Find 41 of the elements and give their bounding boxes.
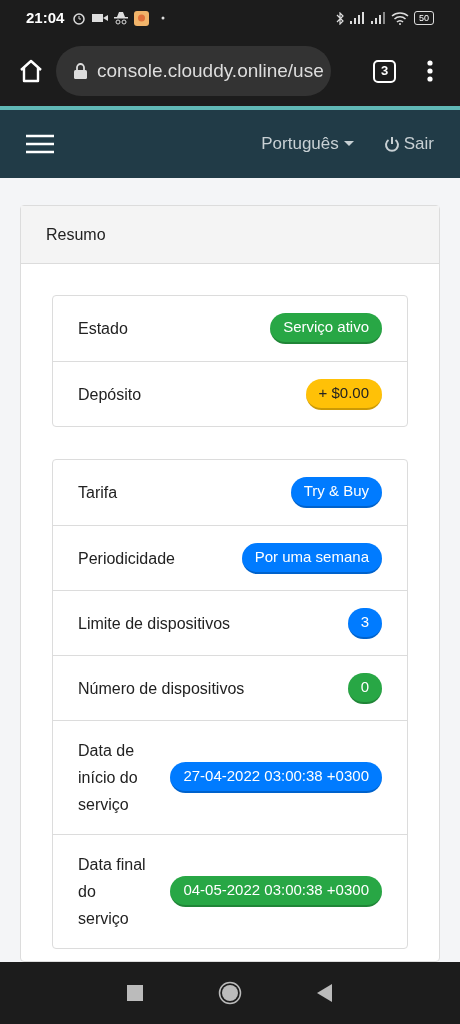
- row-label: Número de dispositivos: [78, 678, 245, 699]
- app-icon: [134, 10, 150, 26]
- more-icon[interactable]: [426, 59, 434, 83]
- status-badge: + $0.00: [305, 378, 382, 410]
- row-label: Estado: [78, 319, 128, 339]
- status-badge: 27-04-2022 03:00:38 +0300: [170, 762, 382, 793]
- row-label: Depósito: [78, 384, 142, 405]
- bluetooth-icon: [336, 11, 344, 25]
- signal-icon: [349, 12, 365, 24]
- url-text: console.clouddy.online/use: [97, 58, 324, 83]
- lock-icon: [74, 63, 87, 79]
- incognito-icon: [114, 11, 129, 25]
- camera-icon: [92, 12, 109, 24]
- menu-icon[interactable]: [26, 134, 54, 154]
- home-icon[interactable]: [18, 58, 44, 84]
- row-label: Periodicidade: [78, 548, 175, 569]
- status-badge: 0: [347, 672, 382, 704]
- status-badge: Serviço ativo: [270, 313, 382, 344]
- home-button-icon[interactable]: [218, 981, 242, 1005]
- language-dropdown[interactable]: Português: [261, 131, 354, 157]
- row-label: Limite de dispositivos: [78, 613, 231, 634]
- status-badge: 3: [347, 607, 382, 639]
- battery-icon: 50: [414, 11, 434, 25]
- wifi-icon: [391, 11, 409, 25]
- alarm-icon: [72, 11, 87, 25]
- card-title: Resumo: [46, 224, 106, 245]
- address-bar[interactable]: console.clouddy.online/use: [56, 46, 331, 96]
- logout-button[interactable]: Sair: [383, 131, 434, 157]
- back-icon[interactable]: [317, 984, 333, 1002]
- status-badge: Por uma semana: [241, 542, 382, 574]
- status-badge: Try & Buy: [290, 477, 382, 508]
- row-label: Tarifa: [78, 483, 118, 503]
- tab-count-button[interactable]: 3: [373, 59, 396, 83]
- row-label: Data de início do serviço: [78, 741, 139, 815]
- power-icon: [383, 135, 400, 153]
- signal-icon: [370, 12, 386, 24]
- caret-icon: [343, 141, 354, 147]
- row-label: Data final do serviço: [78, 855, 147, 929]
- status-badge: 04-05-2022 03:00:38 +0300: [170, 876, 382, 907]
- status-time: 21:04: [26, 7, 65, 28]
- dot-icon: [161, 16, 166, 20]
